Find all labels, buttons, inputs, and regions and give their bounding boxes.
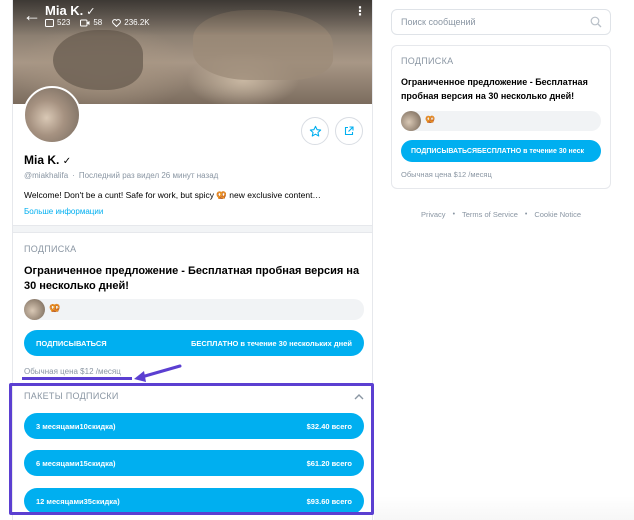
bundle-button-3-months[interactable]: 3 месяцами10скидка) $32.40 всего — [24, 413, 364, 439]
footer-dot: • — [452, 211, 456, 218]
videos-stat[interactable]: 58 — [80, 18, 102, 27]
bundle-price: $61.20 всего — [306, 458, 352, 468]
free-trial-label: БЕСПЛАТНО в течение 30 нескольких дней — [190, 338, 352, 348]
share-button[interactable] — [335, 117, 363, 145]
bundle-price: $32.40 всего — [306, 421, 352, 431]
profile-column: ← Mia K. ✓ 523 58 236.2K ⋮ Mia K. ✓ @mia… — [12, 0, 373, 520]
profile-handle: @miakhalifa — [24, 171, 69, 180]
search-icon[interactable] — [590, 16, 602, 28]
profile-bio: Welcome! Don't be a cunt! Safe for work,… — [24, 190, 321, 200]
terms-link[interactable]: Terms of Service — [462, 210, 518, 219]
bundle-label: 12 месяцами35скидка) — [36, 496, 120, 506]
annotation-underline — [22, 377, 132, 380]
header-stats: 523 58 236.2K — [45, 18, 150, 27]
bundles-section-title: ПАКЕТЫ ПОДПИСКИ — [24, 391, 119, 401]
promo-emoji: 🥨 — [49, 303, 61, 313]
sidebar-promo-strip: 🥨 — [401, 111, 601, 131]
last-seen: Последний раз видел 26 минут назад — [78, 171, 219, 180]
footer-dot: • — [524, 211, 528, 218]
promo-avatar — [24, 299, 45, 320]
sidebar-regular-price: Обычная цена $12 /месяц — [401, 170, 492, 179]
posts-stat[interactable]: 523 — [45, 18, 70, 27]
more-icon[interactable]: ⋮ — [354, 5, 366, 17]
avatar[interactable] — [23, 86, 81, 144]
posts-icon — [45, 18, 54, 27]
annotation-arrow-icon — [134, 364, 182, 382]
verified-icon: ✓ — [62, 156, 72, 167]
verified-icon: ✓ — [86, 6, 96, 18]
profile-name: Mia K. ✓ — [24, 153, 71, 167]
favorite-button[interactable] — [301, 117, 329, 145]
cookie-notice-link[interactable]: Cookie Notice — [534, 210, 581, 219]
profile-name-text: Mia K. — [24, 153, 60, 167]
footer-links: Privacy • Terms of Service • Cookie Noti… — [391, 210, 611, 219]
more-info-link[interactable]: Больше информации — [24, 207, 103, 216]
bundle-button-6-months[interactable]: 6 месяцами15скидка) $61.20 всего — [24, 450, 364, 476]
profile-meta: @miakhalifa · Последний раз видел 26 мин… — [24, 171, 218, 180]
posts-count: 523 — [57, 18, 71, 27]
message-search[interactable] — [391, 9, 611, 35]
subscription-section-title: ПОДПИСКА — [24, 244, 77, 254]
sidebar-subscribe-button[interactable]: ПОДПИСЫВАТЬСЯБЕСПЛАТНО в течение 30 неск — [401, 140, 601, 162]
cover-rock-shape — [53, 30, 143, 90]
bottom-fade — [374, 496, 634, 520]
star-icon — [309, 125, 321, 137]
sidebar-card-title: ПОДПИСКА — [401, 56, 454, 66]
bundle-price: $93.60 всего — [306, 496, 352, 506]
subscribe-button[interactable]: ПОДПИСЫВАТЬСЯ БЕСПЛАТНО в течение 30 нес… — [24, 330, 364, 356]
video-icon — [80, 19, 90, 26]
section-divider — [13, 225, 372, 233]
promo-strip: 🥨 — [24, 299, 364, 320]
search-input[interactable] — [392, 10, 582, 34]
chevron-up-icon[interactable] — [354, 393, 364, 400]
back-arrow-icon[interactable]: ← — [23, 6, 41, 24]
sidebar-subscription-card: ПОДПИСКА Ограниченное предложение - Бесп… — [391, 45, 611, 189]
header-name-text: Mia K. — [45, 3, 84, 18]
bundle-label: 6 месяцами15скидка) — [36, 458, 116, 468]
heart-icon — [112, 18, 122, 27]
likes-count: 236.2K — [124, 18, 150, 27]
sidebar-promo-emoji: 🥨 — [425, 115, 435, 124]
subscribe-label: ПОДПИСЫВАТЬСЯ — [36, 338, 107, 348]
cover-image: ← Mia K. ✓ 523 58 236.2K ⋮ — [13, 0, 372, 104]
videos-count: 58 — [93, 18, 103, 27]
regular-price: Обычная цена $12 /месяц — [24, 367, 121, 376]
header-name: Mia K. ✓ — [45, 3, 96, 18]
likes-stat[interactable]: 236.2K — [112, 18, 150, 27]
offer-title: Ограниченное предложение - Бесплатная пр… — [24, 265, 360, 292]
privacy-link[interactable]: Privacy — [421, 210, 446, 219]
bundle-button-12-months[interactable]: 12 месяцами35скидка) $93.60 всего — [24, 488, 364, 514]
bundle-label: 3 месяцами10скидка) — [36, 421, 116, 431]
sidebar-promo-avatar — [401, 111, 421, 131]
bundles-header[interactable]: ПАКЕТЫ ПОДПИСКИ — [24, 391, 364, 401]
meta-separator: · — [72, 171, 75, 180]
sidebar-offer-title: Ограниченное предложение - Бесплатная пр… — [401, 77, 588, 101]
share-icon — [344, 126, 354, 136]
